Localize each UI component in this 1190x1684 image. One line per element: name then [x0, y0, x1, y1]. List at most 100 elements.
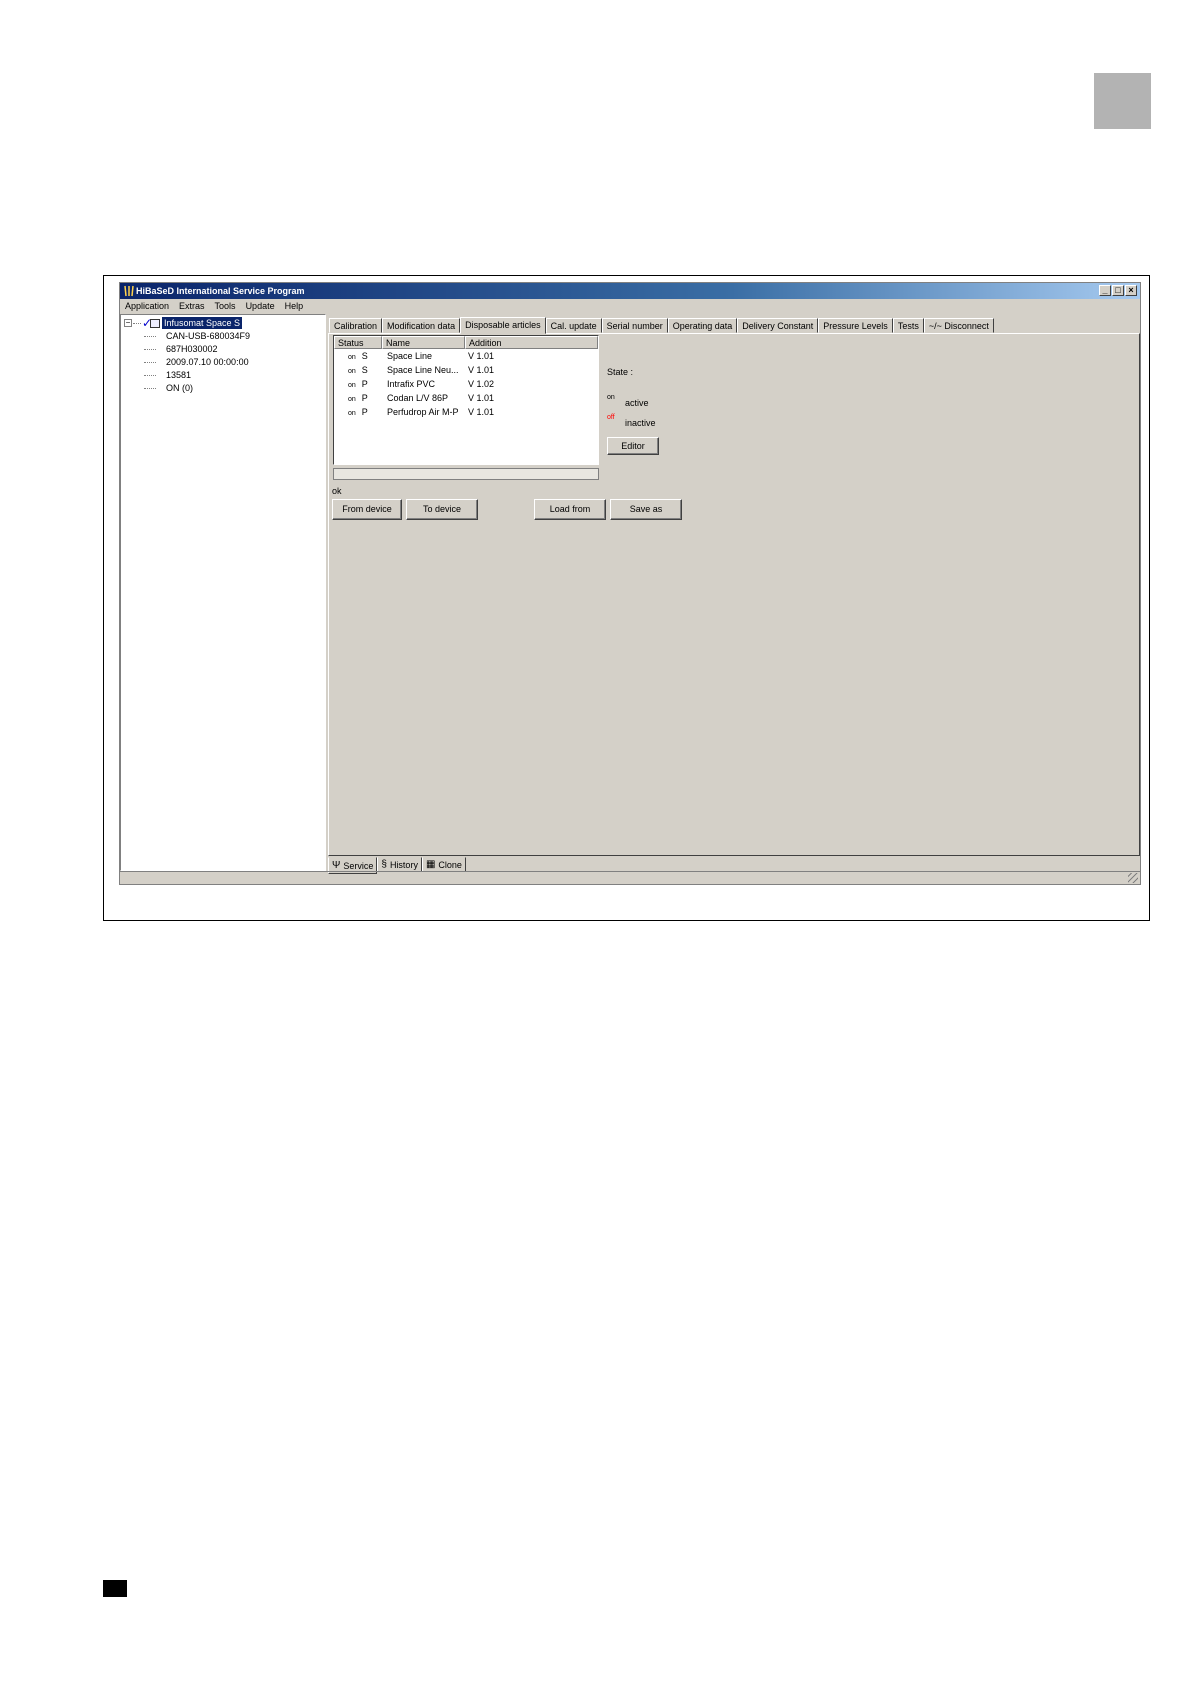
save-as-button[interactable]: Save as — [610, 499, 682, 520]
status-message: ok — [332, 486, 342, 496]
row-name: Intrafix PVC — [387, 379, 436, 389]
legend-active: on active — [607, 393, 649, 410]
screenshot-frame: HiBaSeD International Service Program _ … — [103, 275, 1150, 921]
list-row[interactable]: on P Codan L/V 86P V 1.01 — [334, 391, 598, 405]
tab-strip: Calibration Modification data Disposable… — [329, 317, 994, 334]
history-icon: § — [381, 858, 387, 870]
row-status-code: P — [361, 393, 368, 403]
status-bar — [120, 871, 1140, 884]
row-status-code: S — [361, 365, 368, 375]
column-header-addition[interactable]: Addition — [465, 336, 598, 349]
disposable-articles-list[interactable]: Status Name Addition on S Space Line V 1.… — [333, 335, 599, 465]
menu-tools[interactable]: Tools — [210, 299, 241, 313]
tree-item-state[interactable]: ON (0) — [144, 382, 250, 395]
device-tree: − ✓ Infusomat Space S CAN-USB-680034F9 6… — [120, 314, 326, 871]
tree-item-date[interactable]: 2009.07.10 00:00:00 — [144, 356, 250, 369]
legend-inactive: off inactive — [607, 413, 656, 430]
menu-extras[interactable]: Extras — [174, 299, 210, 313]
tab-modification-data[interactable]: Modification data — [382, 318, 461, 333]
row-addition: V 1.02 — [468, 379, 495, 389]
tab-history-label: History — [389, 859, 418, 870]
on-indicator: on — [348, 396, 356, 403]
row-addition: V 1.01 — [468, 393, 495, 403]
row-name: Space Line — [387, 351, 433, 361]
list-row[interactable]: on P Intrafix PVC V 1.02 — [334, 377, 598, 391]
main-panel: Calibration Modification data Disposable… — [328, 314, 1140, 857]
horizontal-scrollbar[interactable] — [333, 468, 599, 480]
tree-item-interface[interactable]: CAN-USB-680034F9 — [144, 330, 250, 343]
tab-delivery-constant[interactable]: Delivery Constant — [737, 318, 819, 333]
collapse-icon[interactable]: − — [124, 319, 132, 327]
tree-root-label[interactable]: Infusomat Space S — [162, 317, 243, 329]
row-status: on P — [334, 377, 382, 391]
from-device-button[interactable]: From device — [332, 499, 402, 520]
list-header: Status Name Addition — [334, 336, 598, 349]
active-label: active — [625, 398, 649, 408]
row-status: on P — [334, 405, 382, 419]
tree-children: CAN-USB-680034F9 687H030002 2009.07.10 0… — [144, 330, 250, 395]
menu-application[interactable]: Application — [120, 299, 174, 313]
tree-connector — [133, 322, 141, 324]
tab-serial-number[interactable]: Serial number — [601, 318, 668, 333]
column-header-name[interactable]: Name — [382, 336, 465, 349]
menu-help[interactable]: Help — [280, 299, 309, 313]
tab-disconnect[interactable]: ~/~ Disconnect — [923, 318, 994, 333]
on-indicator: on — [348, 382, 356, 389]
row-addition: V 1.01 — [468, 407, 495, 417]
list-row[interactable]: on S Space Line V 1.01 — [334, 349, 598, 363]
row-name: Perfudrop Air M-P — [387, 407, 459, 417]
tab-content-disposable-articles: Status Name Addition on S Space Line V 1.… — [328, 333, 1140, 856]
on-tag: on — [607, 394, 615, 401]
menu-bar: Application Extras Tools Update Help — [120, 299, 1140, 313]
row-status-code: P — [361, 407, 368, 417]
tab-calibration[interactable]: Calibration — [329, 318, 383, 333]
list-row[interactable]: on P Perfudrop Air M-P V 1.01 — [334, 405, 598, 419]
clone-icon: ▦ — [425, 858, 436, 870]
on-indicator: on — [348, 354, 356, 361]
row-addition: V 1.01 — [468, 351, 495, 361]
tab-clone[interactable]: ▦ Clone — [421, 857, 466, 872]
app-window: HiBaSeD International Service Program _ … — [119, 282, 1141, 885]
resize-grip-icon[interactable] — [1128, 873, 1138, 883]
row-status-code: P — [361, 379, 368, 389]
to-device-button[interactable]: To device — [406, 499, 478, 520]
tab-disposable-articles[interactable]: Disposable articles — [460, 317, 546, 334]
tab-cal-update[interactable]: Cal. update — [545, 318, 602, 333]
off-tag: off — [607, 414, 615, 421]
close-button[interactable]: × — [1125, 285, 1137, 296]
checkmark-icon: ✓ — [142, 316, 153, 330]
list-row[interactable]: on S Space Line Neu... V 1.01 — [334, 363, 598, 377]
state-label: State : — [607, 367, 634, 377]
row-status: on S — [334, 349, 382, 363]
tree-root-item[interactable]: − ✓ Infusomat Space S — [124, 316, 243, 330]
row-status-code: S — [361, 351, 368, 361]
row-name: Codan L/V 86P — [387, 393, 449, 403]
maximize-button[interactable]: □ — [1112, 285, 1124, 296]
device-icon — [150, 318, 160, 328]
on-indicator: on — [348, 368, 356, 375]
window-controls: _ □ × — [1099, 285, 1137, 296]
tree-item-number[interactable]: 13581 — [144, 369, 250, 382]
menu-update[interactable]: Update — [241, 299, 280, 313]
app-logo-icon — [124, 285, 134, 297]
row-addition: V 1.01 — [468, 365, 495, 375]
load-from-button[interactable]: Load from — [534, 499, 606, 520]
minimize-button[interactable]: _ — [1099, 285, 1111, 296]
tree-item-serial[interactable]: 687H030002 — [144, 343, 250, 356]
inactive-label: inactive — [625, 418, 656, 428]
page-corner-marker — [1094, 73, 1151, 129]
tab-operating-data[interactable]: Operating data — [667, 318, 738, 333]
tab-tests[interactable]: Tests — [892, 318, 924, 333]
on-indicator: on — [348, 410, 356, 417]
row-status: on S — [334, 363, 382, 377]
service-icon: Ψ — [332, 859, 341, 871]
window-title: HiBaSeD International Service Program — [136, 286, 305, 296]
title-bar[interactable]: HiBaSeD International Service Program _ … — [120, 283, 1140, 299]
tab-history[interactable]: § History — [377, 857, 422, 872]
page-number-marker — [103, 1580, 127, 1597]
row-status: on P — [334, 391, 382, 405]
editor-button[interactable]: Editor — [607, 437, 659, 455]
row-name: Space Line Neu... — [387, 365, 459, 375]
tab-pressure-levels[interactable]: Pressure Levels — [818, 318, 893, 333]
column-header-status[interactable]: Status — [334, 336, 382, 349]
